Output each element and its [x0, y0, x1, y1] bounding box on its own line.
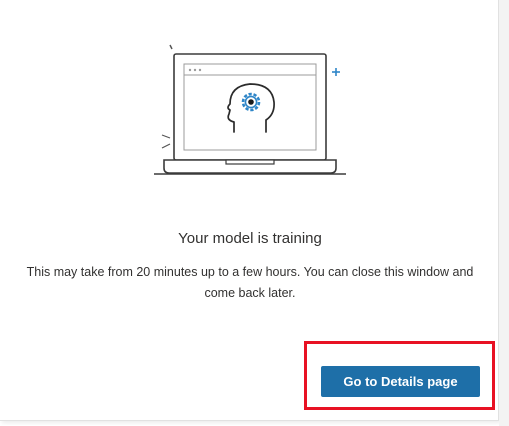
laptop-training-illustration — [154, 44, 346, 175]
go-to-details-button[interactable]: Go to Details page — [321, 366, 480, 397]
training-dialog: Your model is training This may take fro… — [0, 0, 499, 421]
dialog-title: Your model is training — [178, 230, 322, 247]
dialog-description: This may take from 20 minutes up to a fe… — [26, 265, 474, 300]
scrollbar[interactable] — [499, 0, 509, 426]
